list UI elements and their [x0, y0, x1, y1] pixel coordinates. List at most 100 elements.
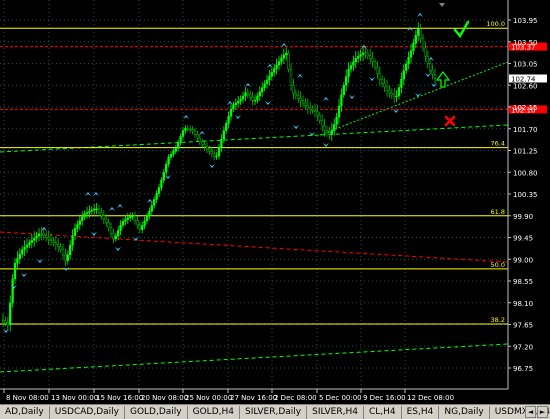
candle-body: [316, 111, 319, 116]
candle-body: [6, 322, 9, 326]
candle-body: [417, 28, 420, 36]
symbol-tab[interactable]: SILVER,Daily: [240, 405, 308, 419]
candle-body: [157, 187, 161, 194]
candle-body: [280, 57, 283, 62]
price-label: 99.45: [513, 235, 533, 243]
tab-scroll-left-button[interactable]: ◄: [525, 406, 536, 418]
candle-body: [186, 128, 189, 130]
candle-body: [376, 67, 379, 74]
candle-body: [172, 151, 175, 155]
candle-body: [11, 278, 14, 304]
candle-body: [66, 254, 69, 261]
candle-body: [400, 78, 403, 88]
candle-body: [210, 151, 213, 155]
candle-body: [366, 53, 369, 57]
candle-body: [239, 98, 242, 102]
symbol-tab[interactable]: AD,Daily: [0, 405, 50, 419]
check-icon: [453, 20, 470, 39]
candle-body: [102, 215, 105, 220]
candle-body: [4, 320, 7, 324]
candle-body: [342, 85, 345, 96]
price-label: 103.50: [513, 39, 538, 47]
candle-body: [107, 222, 110, 229]
price-label: 98.55: [513, 278, 533, 286]
candle-body: [306, 105, 309, 109]
tab-scroll-right-button[interactable]: ►: [537, 406, 548, 418]
candle-body: [201, 141, 204, 145]
up-arrow-icon: [435, 71, 451, 88]
candle-body: [222, 130, 225, 140]
candle-body: [340, 94, 343, 107]
candle-body: [47, 237, 50, 240]
fractal-arrow-icon: [115, 247, 121, 251]
fractal-arrow-icon: [265, 101, 271, 105]
candle-body: [268, 75, 271, 81]
candle-body: [405, 63, 408, 71]
candle-body: [275, 64, 278, 69]
candle-body: [93, 208, 96, 211]
candle-body: [325, 130, 329, 133]
candle-body: [213, 153, 216, 157]
candle-body: [114, 235, 117, 239]
fractal-arrow-icon: [297, 74, 303, 78]
candle-body: [49, 238, 53, 242]
candle-body: [155, 193, 158, 200]
candle-body: [198, 137, 201, 142]
candle-body: [126, 217, 129, 220]
candle-body: [28, 242, 31, 246]
candle-body: [270, 72, 273, 77]
symbol-tab[interactable]: ES,H4: [402, 405, 440, 419]
symbol-tab[interactable]: SILVER,H4: [307, 405, 364, 419]
candle-body: [328, 132, 331, 135]
candle-body: [52, 240, 55, 243]
candle-body: [162, 171, 165, 181]
candle-body: [261, 87, 264, 93]
price-chart[interactable]: 100.076.461.850.038.2103.37102.10102.74 …: [0, 0, 550, 404]
symbol-tab[interactable]: GOLD,Daily: [125, 405, 188, 419]
fractal-arrow-icon: [21, 273, 27, 277]
fractal-arrow-icon: [407, 27, 413, 31]
candle-body: [100, 211, 103, 216]
candle-body: [294, 93, 297, 97]
candle-body: [117, 230, 120, 237]
candle-body: [364, 52, 367, 54]
symbol-tab[interactable]: GOLD,H4: [188, 405, 240, 419]
price-label: 101.25: [513, 148, 538, 156]
candle-body: [145, 215, 149, 222]
candle-body: [136, 220, 139, 226]
candle-body: [337, 105, 341, 118]
time-label: 20 Nov 08:00: [141, 394, 188, 402]
candle-body: [59, 246, 62, 250]
candle-body: [369, 55, 372, 59]
candle-body: [409, 50, 413, 58]
candle-body: [148, 210, 151, 217]
fractal-arrow-icon: [323, 97, 329, 101]
candle-body: [30, 240, 33, 243]
symbol-tab[interactable]: NG,Daily: [439, 405, 490, 419]
candle-body: [205, 146, 209, 150]
candle-body: [433, 74, 437, 79]
candle-body: [361, 52, 365, 55]
symbol-tab[interactable]: CL,H4: [364, 405, 402, 419]
candle-body: [61, 249, 65, 256]
price-label: 99.90: [513, 213, 533, 221]
candle-body: [311, 108, 314, 111]
candle-body: [21, 249, 24, 255]
time-label: 9 Dec 16:00: [363, 394, 406, 402]
fractal-arrow-icon: [415, 93, 421, 97]
candle-body: [71, 235, 74, 246]
candle-body: [121, 221, 125, 226]
symbol-tab[interactable]: USDCAD,Daily: [50, 405, 125, 419]
candle-body: [309, 107, 312, 110]
price-label: 99.00: [513, 256, 533, 264]
candle-body: [359, 54, 362, 57]
price-label: 102.60: [513, 82, 538, 90]
candle-body: [220, 138, 223, 148]
candle-body: [138, 224, 141, 230]
candle-body: [431, 70, 434, 75]
fractal-arrow-icon: [369, 77, 375, 81]
trend-line: [0, 231, 509, 263]
time-label: 15 Nov 16:00: [96, 394, 143, 402]
fractal-arrow-icon: [209, 164, 215, 168]
candle-body: [196, 134, 199, 139]
